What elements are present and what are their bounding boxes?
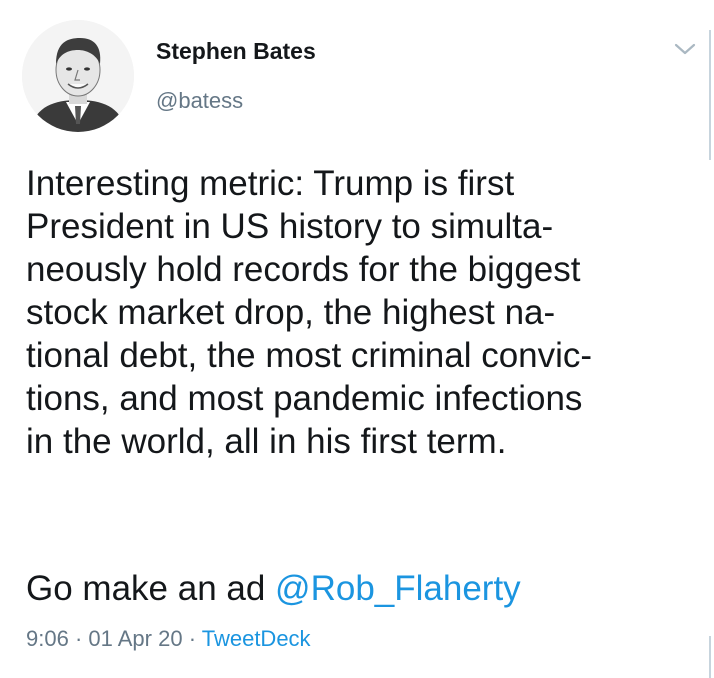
scrollbar[interactable] [709, 30, 711, 160]
scrollbar-track [709, 636, 711, 678]
tweet-text-line: stock market drop, the highest na- [26, 293, 556, 332]
tweet-second-paragraph: Go make an ad @Rob_Flaherty [26, 567, 521, 610]
meta-separator: · [182, 626, 202, 651]
author-handle[interactable]: @batess [156, 88, 243, 114]
mention-link[interactable]: @Rob_Flaherty [275, 569, 521, 608]
tweet-text-line: tional debt, the most criminal convic- [26, 336, 593, 375]
tweet-text-line: tions, and most pandemic infections [26, 379, 583, 418]
tweet-text: Interesting metric: Trump is first Presi… [26, 162, 706, 463]
tweet-time[interactable]: 9:06 [26, 626, 69, 651]
tweet-text-line: in the world, all in his first term. [26, 422, 507, 461]
tweet-text-line: President in US history to simulta- [26, 207, 554, 246]
tweet-source-link[interactable]: TweetDeck [202, 626, 311, 651]
author-name[interactable]: Stephen Bates [156, 38, 316, 65]
avatar[interactable] [22, 20, 134, 132]
tweet-metadata: 9:06 · 01 Apr 20 · TweetDeck [26, 626, 311, 652]
avatar-sketch-image [22, 20, 134, 132]
tweet-text-line: Interesting metric: Trump is first [26, 164, 515, 203]
tweet-second-text: Go make an ad [26, 569, 276, 608]
tweet-text-line: neously hold records for the biggest [26, 250, 581, 289]
chevron-down-icon[interactable] [672, 38, 698, 60]
tweet-date[interactable]: 01 Apr 20 [88, 626, 182, 651]
meta-separator: · [68, 626, 89, 651]
